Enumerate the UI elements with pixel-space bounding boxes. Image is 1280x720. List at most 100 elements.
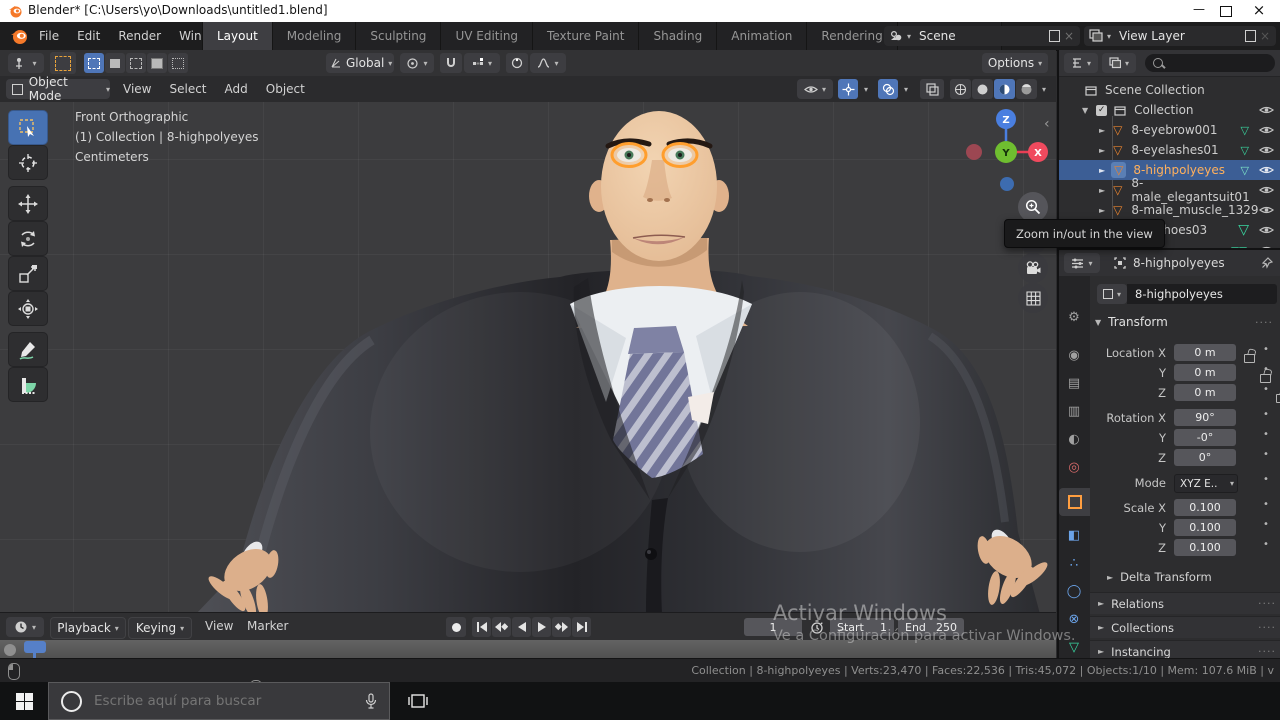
eye-icon[interactable] [1259,105,1274,115]
properties-filter-dropdown[interactable]: ▾ [1064,253,1100,273]
animate-dot[interactable]: • [1263,364,1269,375]
tab-view-layer[interactable]: ▥ [1059,398,1089,424]
snap-toggle[interactable] [440,53,462,73]
proportional-editing-toggle[interactable] [506,53,528,73]
start-button[interactable] [0,682,48,720]
animate-dot[interactable]: • [1263,429,1269,440]
expand-icon[interactable]: ► [1099,166,1105,175]
drag-grip-icon[interactable]: ···· [1258,645,1276,658]
timeline-menu-view[interactable]: View [196,619,242,633]
eye-icon[interactable] [1259,205,1274,215]
scale-y-field[interactable]: 0.100 [1174,519,1236,536]
play-button[interactable] [532,617,551,637]
toolbar-scale[interactable] [8,256,48,291]
drag-grip-icon[interactable]: ···· [1258,621,1276,634]
select-mode-invert[interactable] [147,53,167,73]
animate-dot[interactable]: • [1263,449,1269,460]
expand-icon[interactable]: ► [1099,206,1105,215]
snap-with-dropdown[interactable]: ▾ [464,53,500,73]
outliner-search-input[interactable] [1168,56,1275,70]
panel-collapse-icon[interactable]: ‹ [1044,116,1050,132]
rot-z-field[interactable]: 0° [1174,449,1236,466]
remove-scene-icon[interactable]: × [1064,29,1074,43]
jump-to-end-button[interactable] [572,617,591,637]
relations-section[interactable]: ► Relations ···· [1090,592,1280,614]
viewport-menu-add[interactable]: Add [216,82,257,96]
xray-toggle[interactable] [920,79,944,99]
tab-physics[interactable]: ◯ [1059,578,1089,604]
microphone-icon[interactable] [365,692,377,710]
eye-icon[interactable] [1259,125,1274,135]
minimize-button[interactable]: — [1186,2,1212,16]
jump-to-start-button[interactable] [472,617,491,637]
viewport-menu-view[interactable]: View [114,82,160,96]
eye-icon[interactable] [1259,225,1274,235]
rot-x-field[interactable]: 90° [1174,409,1236,426]
options-dropdown[interactable]: Options ▾ [982,53,1048,73]
3d-character-model[interactable] [0,102,1056,612]
expand-icon[interactable]: ► [1099,146,1105,155]
loc-z-field[interactable]: 0 m [1174,384,1236,401]
toolbar-select-box[interactable] [8,110,48,145]
lock-icon[interactable] [1260,374,1272,383]
animate-dot[interactable]: • [1263,474,1269,485]
object-type-dropdown[interactable]: ▾ [1097,284,1127,304]
tab-sculpting[interactable]: Sculpting [356,22,442,50]
overlays-toggle[interactable] [878,79,898,99]
transform-orientation-dropdown[interactable]: Global ▾ [326,53,394,73]
viewport-menu-select[interactable]: Select [160,82,215,96]
toolbar-rotate[interactable] [8,221,48,256]
animate-dot[interactable]: • [1263,499,1269,510]
pin-icon[interactable] [1261,257,1273,269]
outliner-row-scene-collection[interactable]: Scene Collection [1059,80,1280,100]
shading-solid-button[interactable] [972,79,993,99]
tab-layout[interactable]: Layout [203,22,273,50]
camera-view-button[interactable] [1018,253,1048,283]
playback-menu[interactable]: Playback ▾ [50,617,126,639]
frame-start-field[interactable]: Start 1 [830,618,894,636]
tab-object-data[interactable]: ▽ [1059,634,1089,658]
active-tool-dropdown[interactable]: ▾ [8,53,44,73]
lock-icon[interactable] [1276,394,1280,403]
menu-render[interactable]: Render [109,29,170,43]
outliner-row-collection[interactable]: ▼ ✓ Collection [1059,100,1280,120]
tab-render[interactable]: ◉ [1059,342,1089,368]
collection-checkbox[interactable]: ✓ [1096,104,1108,116]
rotation-mode-dropdown[interactable]: XYZ E.. ▾ [1174,474,1238,493]
drag-grip-icon[interactable]: ···· [1258,597,1276,610]
tab-scene[interactable]: ◐ [1059,426,1089,452]
outliner-row-elegantsuit[interactable]: ► ▽ 8-male_elegantsuit01 [1059,176,1280,204]
scale-x-field[interactable]: 0.100 [1174,499,1236,516]
expand-icon[interactable]: ► [1099,186,1105,195]
shading-rendered-button[interactable] [1016,79,1037,99]
tab-output[interactable]: ▤ [1059,370,1089,396]
drag-grip-icon[interactable]: ···· [1255,316,1273,329]
loc-x-field[interactable]: 0 m [1174,344,1236,361]
zoom-view-button[interactable] [1018,192,1048,222]
transform-panel-header[interactable]: ▼ Transform ···· [1095,312,1277,332]
tab-shading[interactable]: Shading [639,22,718,50]
tab-modifiers[interactable]: ◧ [1059,522,1089,548]
outliner-row-muscle[interactable]: ► ▽ 8-male_muscle_1329 [1059,200,1280,220]
maximize-button[interactable] [1220,6,1232,17]
scale-z-field[interactable]: 0.100 [1174,539,1236,556]
animate-dot[interactable]: • [1263,539,1269,550]
menu-edit[interactable]: Edit [68,29,109,43]
taskbar-search[interactable] [48,682,390,720]
toolbar-measure[interactable] [8,367,48,402]
timeline-scrubber[interactable] [0,640,1056,659]
menu-file[interactable]: File [30,29,68,43]
toolbar-transform[interactable] [8,291,48,326]
orthographic-toggle-button[interactable] [1018,283,1048,313]
editor-type-dropdown[interactable]: ▾ [6,617,44,637]
outliner-filter-dropdown[interactable]: ▾ [1064,53,1098,73]
object-name-input[interactable]: 8-highpolyeyes [1127,284,1277,304]
toolbar-cursor[interactable] [8,145,48,180]
record-button[interactable] [446,617,466,637]
next-keyframe-button[interactable] [552,617,571,637]
gizmos-dropdown[interactable]: ▾ [864,85,868,94]
timeline-menu-marker[interactable]: Marker [238,619,297,633]
mode-dropdown[interactable]: Object Mode ▾ [6,75,110,103]
playhead[interactable] [24,641,46,653]
show-object-types-dropdown[interactable]: ▾ [797,79,833,99]
